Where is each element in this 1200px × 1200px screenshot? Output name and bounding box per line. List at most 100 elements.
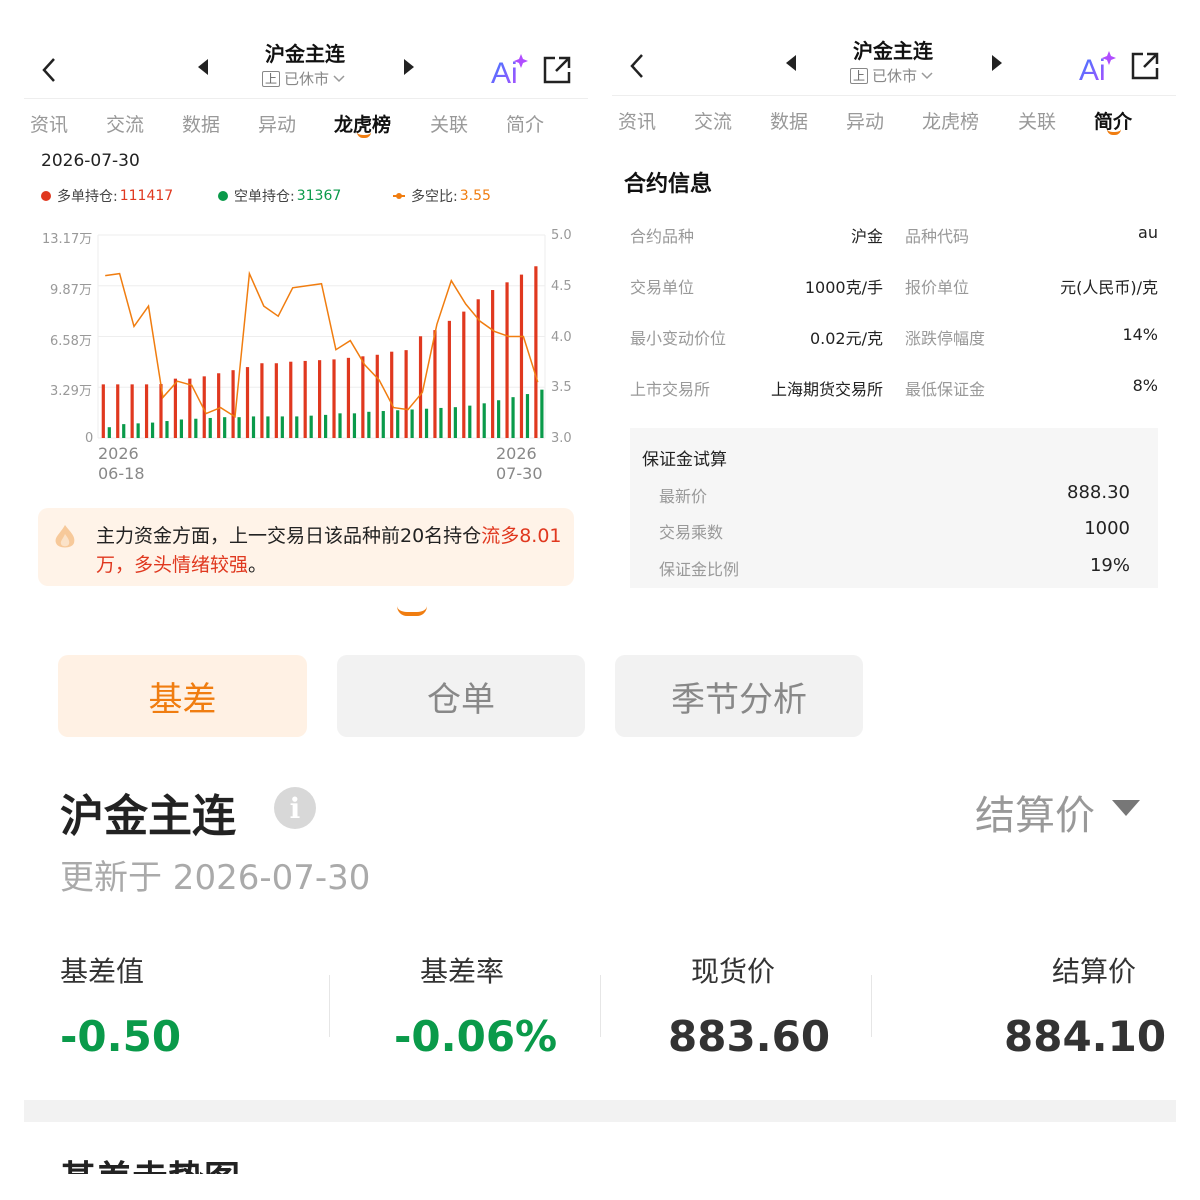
info-label: 上市交易所 (630, 380, 711, 399)
margin-label: 交易乘数 (659, 523, 724, 542)
short-position-bar (136, 423, 140, 438)
short-position-bar (497, 400, 501, 438)
info-label: 涨跌停幅度 (905, 329, 986, 348)
short-position-bar (309, 415, 313, 438)
margin-label: 最新价 (659, 487, 708, 506)
tab-data[interactable]: 数据 (770, 107, 808, 134)
tip-suffix: 。 (248, 554, 268, 576)
long-position-bar (116, 384, 120, 438)
right-header-title: 沪金主连 (853, 39, 933, 63)
tab-related[interactable]: 关联 (1018, 107, 1056, 134)
long-position-bar (144, 384, 149, 438)
long-position-bar (418, 336, 423, 438)
long-position-bar (245, 367, 250, 438)
short-position-bar (324, 414, 328, 438)
divider (329, 975, 330, 1037)
caret-down-icon[interactable] (1110, 797, 1142, 819)
section-separator (24, 1100, 1176, 1122)
tab-discussion[interactable]: 交流 (694, 107, 732, 134)
info-value: 元(人民币)/克 (1060, 278, 1158, 297)
segment-seasonal-analysis[interactable]: 季节分析 (615, 655, 863, 737)
divider (600, 975, 601, 1037)
next-contract-icon[interactable] (990, 54, 1004, 72)
short-position-bar (251, 416, 256, 438)
info-label: 报价单位 (905, 278, 970, 297)
long-position-bar (101, 384, 105, 438)
short-position-bar (194, 418, 198, 438)
ai-assistant-icon[interactable]: Ai (1078, 49, 1118, 85)
x-start-label: 2026 06-18 (98, 444, 145, 484)
info-label: 交易单位 (630, 278, 695, 297)
svg-text:Ai: Ai (1079, 54, 1106, 85)
tab-dragon-tiger[interactable]: 龙虎榜 (922, 107, 979, 134)
long-position-bar (188, 378, 192, 438)
short-position-bar (122, 424, 126, 438)
info-value: 上海期货交易所 (770, 380, 883, 399)
flame-icon (55, 525, 75, 548)
short-position-bar (367, 411, 371, 438)
long-position-bar (390, 351, 394, 438)
short-position-bar (208, 417, 212, 438)
margin-calculator-title: 保证金试算 (642, 450, 727, 470)
short-position-bar (150, 422, 155, 438)
short-position-bar (468, 405, 472, 438)
info-icon[interactable]: i (274, 787, 316, 829)
long-short-ratio-line (105, 270, 539, 418)
long-position-bar (361, 356, 365, 438)
short-position-bar (381, 411, 385, 438)
update-time: 更新于 2026-07-30 (60, 858, 371, 898)
short-position-bar (540, 389, 544, 438)
long-position-bar (332, 359, 336, 438)
info-value: 沪金 (850, 227, 883, 246)
long-position-bar (534, 266, 538, 438)
info-value: 0.02元/克 (809, 329, 883, 348)
short-position-bar (266, 416, 270, 438)
info-value: au (1138, 223, 1158, 242)
long-position-bar (519, 274, 524, 438)
long-position-bar (274, 363, 278, 438)
long-position-bar (375, 354, 379, 438)
long-position-bar (217, 373, 221, 438)
short-position-bar (107, 427, 111, 438)
spot-price-label: 现货价 (691, 955, 776, 988)
long-position-bar (505, 282, 509, 438)
long-position-bar (260, 363, 264, 438)
long-position-bar (318, 360, 322, 438)
right-market-status[interactable]: 上 已休市 (850, 65, 933, 86)
long-position-bar (447, 320, 451, 438)
main-force-tip-text: 主力资金方面，上一交易日该品种前20名持仓流多8.01万，多头情绪较强。 (96, 522, 566, 580)
chevron-down-icon (921, 71, 933, 79)
segment-warehouse-receipt[interactable]: 仓单 (337, 655, 585, 737)
exchange-tag: 上 (850, 67, 869, 84)
prev-contract-icon[interactable] (784, 54, 798, 72)
margin-value: 888.30 (1067, 482, 1130, 503)
short-position-bar (237, 417, 241, 438)
segment-basis[interactable]: 基差 (58, 655, 307, 737)
info-label: 合约品种 (630, 227, 695, 246)
position-chart[interactable] (0, 0, 600, 450)
contract-info-title: 合约信息 (624, 172, 713, 197)
short-position-bar (396, 410, 400, 438)
basis-rate-label: 基差率 (420, 955, 505, 988)
share-icon[interactable] (1129, 50, 1161, 82)
short-position-bar (424, 408, 429, 438)
info-label: 最低保证金 (905, 380, 986, 399)
long-position-bar (173, 378, 178, 438)
short-position-bar (280, 416, 284, 438)
settlement-price-label: 结算价 (1052, 955, 1137, 988)
margin-value: 19% (1089, 555, 1130, 576)
tab-movement[interactable]: 异动 (846, 107, 884, 134)
basis-value-label: 基差值 (60, 955, 145, 988)
scroll-indicator (397, 606, 427, 616)
long-position-bar (231, 370, 235, 438)
info-value: 1000克/手 (804, 278, 883, 297)
tab-news[interactable]: 资讯 (618, 107, 656, 134)
short-position-bar (511, 397, 515, 438)
margin-value: 1000 (1084, 518, 1130, 539)
long-position-bar (462, 311, 466, 438)
back-icon[interactable] (628, 52, 648, 80)
x-start-year: 2026 (98, 444, 139, 463)
active-tab-indicator (1107, 129, 1121, 135)
price-type-selector[interactable]: 结算价 (975, 783, 1095, 841)
x-end-year: 2026 (496, 444, 537, 463)
